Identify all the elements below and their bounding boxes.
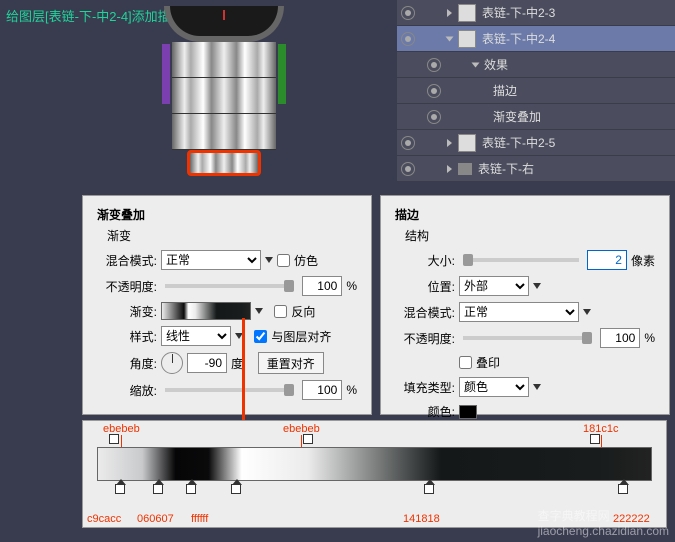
fill-type-label: 填充类型: [395, 379, 455, 396]
align-checkbox[interactable] [254, 330, 267, 343]
style-select[interactable]: 线性 [161, 326, 231, 346]
color-stop[interactable] [153, 484, 163, 494]
fill-type-select[interactable]: 颜色 [459, 377, 529, 397]
stop-hex: 141818 [403, 513, 440, 525]
chevron-down-icon[interactable] [533, 384, 541, 390]
twirl-icon[interactable] [446, 36, 454, 41]
opacity-input[interactable] [302, 276, 342, 296]
scale-label: 缩放: [97, 382, 157, 399]
twirl-icon[interactable] [447, 165, 452, 173]
visibility-icon[interactable] [427, 58, 441, 72]
opacity-label: 不透明度: [97, 278, 157, 295]
layer-row[interactable]: 表链-下-中2-5 [397, 130, 675, 156]
opacity-slider[interactable] [463, 336, 592, 340]
gradient-preview[interactable] [161, 302, 251, 320]
dialog-title: 渐变叠加 [97, 206, 357, 223]
twirl-icon[interactable] [447, 9, 452, 17]
blend-mode-select[interactable]: 正常 [459, 302, 579, 322]
size-label: 大小: [395, 252, 455, 269]
effects-row[interactable]: 效果 [397, 52, 675, 78]
chevron-down-icon[interactable] [265, 257, 273, 263]
reverse-checkbox[interactable] [274, 305, 287, 318]
color-stop[interactable] [231, 484, 241, 494]
layers-panel: 表链-下-中2-3 表链-下-中2-4 效果 描边 渐变叠加 表链-下-中2-5… [397, 0, 675, 182]
blend-mode-select[interactable]: 正常 [161, 250, 261, 270]
stop-hex: c9cacc [87, 513, 121, 525]
dialog-title: 描边 [395, 206, 655, 223]
gradient-label: 渐变: [97, 303, 157, 320]
twirl-icon[interactable] [447, 139, 452, 147]
layer-row[interactable]: 表链-下-中2-3 [397, 0, 675, 26]
color-swatch[interactable] [459, 405, 477, 419]
opacity-stop[interactable] [590, 434, 600, 444]
highlighted-link [187, 150, 261, 176]
gradient-bar[interactable] [97, 447, 652, 481]
gradient-overlay-dialog: 渐变叠加 渐变 混合模式:正常仿色 不透明度:% 渐变: 反向 样式:线性 与图… [82, 195, 372, 415]
color-stop[interactable] [618, 484, 628, 494]
visibility-icon[interactable] [427, 110, 441, 124]
stroke-dialog: 描边 结构 大小:像素 位置:外部 混合模式:正常 不透明度:% 叠印 填充类型… [380, 195, 670, 415]
stop-hex: 060607 [137, 513, 174, 525]
angle-input[interactable] [187, 353, 227, 373]
opacity-stop[interactable] [109, 434, 119, 444]
chevron-down-icon[interactable] [255, 308, 263, 314]
twirl-icon[interactable] [472, 62, 480, 67]
opacity-slider[interactable] [165, 284, 294, 288]
overprint-checkbox[interactable] [459, 356, 472, 369]
visibility-icon[interactable] [401, 6, 415, 20]
position-select[interactable]: 外部 [459, 276, 529, 296]
size-input[interactable] [587, 250, 627, 270]
color-stop[interactable] [424, 484, 434, 494]
watch-preview [152, 6, 296, 190]
blend-mode-label: 混合模式: [97, 252, 157, 269]
angle-dial[interactable] [161, 352, 183, 374]
layer-thumb [458, 30, 476, 48]
dither-checkbox[interactable] [277, 254, 290, 267]
color-stop[interactable] [115, 484, 125, 494]
visibility-icon[interactable] [401, 162, 415, 176]
position-label: 位置: [395, 278, 455, 295]
layer-group-row[interactable]: 表链-下-右 [397, 156, 675, 182]
layer-thumb [458, 134, 476, 152]
color-label: 颜色: [395, 403, 455, 420]
section-label: 渐变 [107, 227, 357, 244]
stop-hex: ebebeb [283, 423, 320, 435]
layer-row-selected[interactable]: 表链-下-中2-4 [397, 26, 675, 52]
visibility-icon[interactable] [401, 136, 415, 150]
blend-mode-label: 混合模式: [395, 304, 455, 321]
section-label: 结构 [405, 227, 655, 244]
chevron-down-icon[interactable] [533, 283, 541, 289]
opacity-input[interactable] [600, 328, 640, 348]
opacity-stop[interactable] [303, 434, 313, 444]
angle-label: 角度: [97, 355, 157, 372]
folder-icon [458, 163, 472, 175]
visibility-icon[interactable] [401, 32, 415, 46]
layer-thumb [458, 4, 476, 22]
size-slider[interactable] [463, 258, 579, 262]
visibility-icon[interactable] [427, 84, 441, 98]
scale-slider[interactable] [165, 388, 294, 392]
scale-input[interactable] [302, 380, 342, 400]
stop-hex: ffffff [191, 513, 208, 525]
opacity-label: 不透明度: [395, 330, 455, 347]
effect-stroke-row[interactable]: 描边 [397, 78, 675, 104]
style-label: 样式: [97, 328, 157, 345]
chevron-down-icon[interactable] [583, 309, 591, 315]
color-stop[interactable] [186, 484, 196, 494]
effect-gradient-row[interactable]: 渐变叠加 [397, 104, 675, 130]
reset-align-button[interactable]: 重置对齐 [258, 352, 324, 374]
stop-hex: 181c1c [583, 423, 618, 435]
watermark: 查字典教程网jiaocheng.chazidian.com [538, 507, 669, 538]
